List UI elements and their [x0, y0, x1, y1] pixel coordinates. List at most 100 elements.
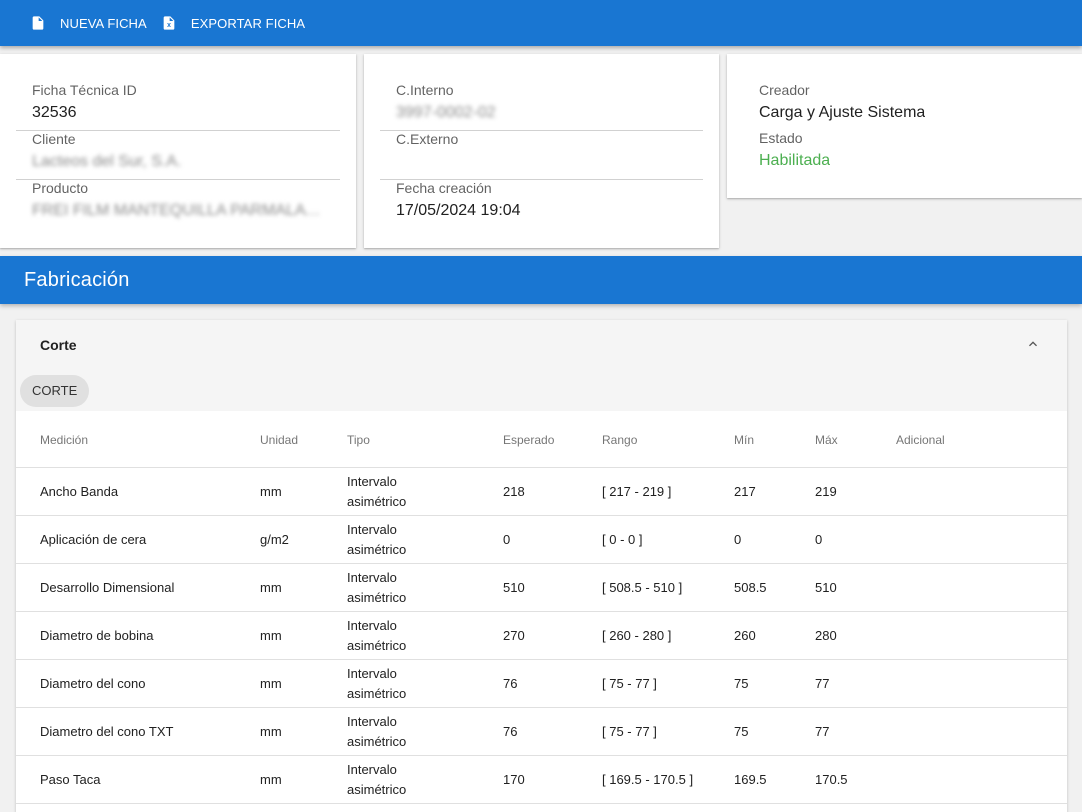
corte-panel: Corte CORTE Medición Unidad Tipo Esperad…	[16, 320, 1067, 812]
cell-esperado: 0	[503, 531, 511, 547]
section-title-bar: Fabricación	[0, 256, 1082, 304]
header-tipo[interactable]: Tipo	[347, 433, 370, 447]
creation-date-label: Fecha creación	[396, 180, 492, 196]
header-unidad[interactable]: Unidad	[260, 433, 298, 447]
cell-rango: [ 75 - 77 ]	[602, 675, 657, 691]
cell-min: 75	[734, 723, 749, 739]
export-sheet-label: EXPORTAR FICHA	[190, 15, 306, 31]
header-medicion[interactable]: Medición	[40, 433, 88, 447]
cell-tipo: Intervalo asimétrico	[347, 521, 407, 557]
panel-title[interactable]: Corte	[40, 337, 77, 353]
cell-esperado: 76	[503, 675, 518, 691]
header-esperado[interactable]: Esperado	[503, 433, 554, 447]
cell-unidad: g/m2	[260, 531, 289, 547]
cell-unidad: mm	[260, 723, 282, 739]
cell-esperado: 218	[503, 483, 525, 499]
cell-tipo: Intervalo asimétrico	[347, 569, 407, 605]
table-row[interactable]: Aplicación de cera g/m2 Intervalo asimét…	[16, 516, 1067, 564]
info-card-status: Creador Carga y Ajuste Sistema Estado Ha…	[727, 54, 1082, 198]
cell-rango: [ 217 - 219 ]	[602, 483, 672, 499]
chevron-up-icon[interactable]	[1025, 336, 1041, 352]
header-adicional[interactable]: Adicional	[896, 433, 945, 447]
cell-unidad: mm	[260, 771, 282, 787]
cell-max: 77	[815, 723, 830, 739]
cell-min: 508.5	[734, 579, 767, 595]
cell-max: 510	[815, 579, 837, 595]
cell-rango: [ 260 - 280 ]	[602, 627, 672, 643]
cell-medicion: Desarrollo Dimensional	[40, 579, 175, 595]
table-row[interactable]: Desarrollo Dimensional mm Intervalo asim…	[16, 564, 1067, 612]
export-sheet-button[interactable]: EXPORTAR FICHA	[161, 8, 305, 38]
creator-label: Creador	[759, 82, 810, 98]
status-field: Estado Habilitada	[743, 130, 1066, 179]
header-rango[interactable]: Rango	[602, 433, 637, 447]
cell-max: 0	[815, 531, 823, 547]
measurements-table: Medición Unidad Tipo Esperado Rango Mín …	[16, 411, 1067, 812]
cell-unidad: mm	[260, 579, 282, 595]
external-code-label: C.Externo	[396, 131, 459, 147]
cell-rango: [ 169.5 - 170.5 ]	[602, 771, 694, 787]
cell-medicion: Diametro de bobina	[40, 627, 154, 643]
cell-min: 260	[734, 627, 756, 643]
header-max[interactable]: Máx	[815, 433, 838, 447]
cell-esperado: 270	[503, 627, 525, 643]
table-row[interactable]: Diametro de bobina mm Intervalo asimétri…	[16, 612, 1067, 660]
cell-esperado: 76	[503, 723, 518, 739]
table-header: Medición Unidad Tipo Esperado Rango Mín …	[16, 411, 1067, 468]
cell-esperado: 170	[503, 771, 525, 787]
cell-medicion: Ancho Banda	[40, 483, 119, 499]
cell-tipo: Intervalo asimétrico	[347, 761, 407, 797]
cell-rango: [ 75 - 77 ]	[602, 723, 657, 739]
external-code-field: C.Externo	[380, 131, 703, 180]
header-min[interactable]: Mín	[734, 433, 754, 447]
sheet-id-label: Ficha Técnica ID	[32, 82, 137, 98]
new-sheet-label: NUEVA FICHA	[60, 15, 147, 31]
client-label: Cliente	[32, 131, 76, 147]
new-sheet-button[interactable]: NUEVA FICHA	[30, 8, 147, 38]
cell-min: 217	[734, 483, 756, 499]
cell-medicion: Diametro del cono TXT	[40, 723, 174, 739]
top-toolbar: NUEVA FICHA EXPORTAR FICHA	[0, 0, 1082, 46]
cell-rango: [ 508.5 - 510 ]	[602, 579, 683, 595]
creator-field: Creador Carga y Ajuste Sistema	[743, 82, 1066, 131]
cell-min: 169.5	[734, 771, 767, 787]
client-value: Lacteos del Sur, S.A.	[32, 153, 182, 170]
section-title: Fabricación	[24, 269, 130, 291]
cell-max: 77	[815, 675, 830, 691]
cell-medicion: Aplicación de cera	[40, 531, 147, 547]
cell-tipo: Intervalo asimétrico	[347, 713, 407, 749]
cell-tipo: Intervalo asimétrico	[347, 665, 407, 701]
table-row[interactable]: Ancho Banda mm Intervalo asimétrico 218 …	[16, 468, 1067, 516]
table-row[interactable]	[16, 804, 1067, 812]
cell-max: 280	[815, 627, 837, 643]
cell-tipo: Intervalo asimétrico	[347, 617, 407, 653]
creation-date-value: 17/05/2024 19:04	[396, 202, 521, 219]
product-value: FREI FILM MANTEQUILLA PARMALAT...	[32, 202, 322, 219]
cell-min: 0	[734, 531, 742, 547]
product-field: Producto FREI FILM MANTEQUILLA PARMALAT.…	[16, 180, 340, 229]
sheet-id-value: 32536	[32, 104, 77, 121]
internal-code-value: 3997-0002-02	[396, 104, 496, 121]
cell-max: 219	[815, 483, 837, 499]
status-label: Estado	[759, 130, 803, 146]
cell-unidad: mm	[260, 675, 282, 691]
cell-unidad: mm	[260, 483, 282, 499]
excel-file-icon	[163, 16, 175, 30]
table-row[interactable]: Paso Taca mm Intervalo asimétrico 170 [ …	[16, 756, 1067, 804]
info-card-codes: C.Interno 3997-0002-02 C.Externo Fecha c…	[364, 54, 719, 248]
cell-max: 170.5	[815, 771, 848, 787]
status-value: Habilitada	[759, 152, 831, 169]
internal-code-field: C.Interno 3997-0002-02	[380, 82, 703, 131]
file-icon	[32, 16, 44, 30]
cell-medicion: Paso Taca	[40, 771, 101, 787]
cell-rango: [ 0 - 0 ]	[602, 531, 643, 547]
creation-date-field: Fecha creación 17/05/2024 19:04	[380, 180, 703, 229]
corte-chip[interactable]: CORTE	[20, 375, 90, 407]
table-row[interactable]: Diametro del cono TXT mm Intervalo asimé…	[16, 708, 1067, 756]
table-row[interactable]: Diametro del cono mm Intervalo asimétric…	[16, 660, 1067, 708]
cell-unidad: mm	[260, 627, 282, 643]
internal-code-label: C.Interno	[396, 82, 454, 98]
cell-tipo: Intervalo asimétrico	[347, 473, 407, 509]
info-card-main: Ficha Técnica ID 32536 Cliente Lacteos d…	[0, 54, 356, 248]
product-label: Producto	[32, 180, 89, 196]
